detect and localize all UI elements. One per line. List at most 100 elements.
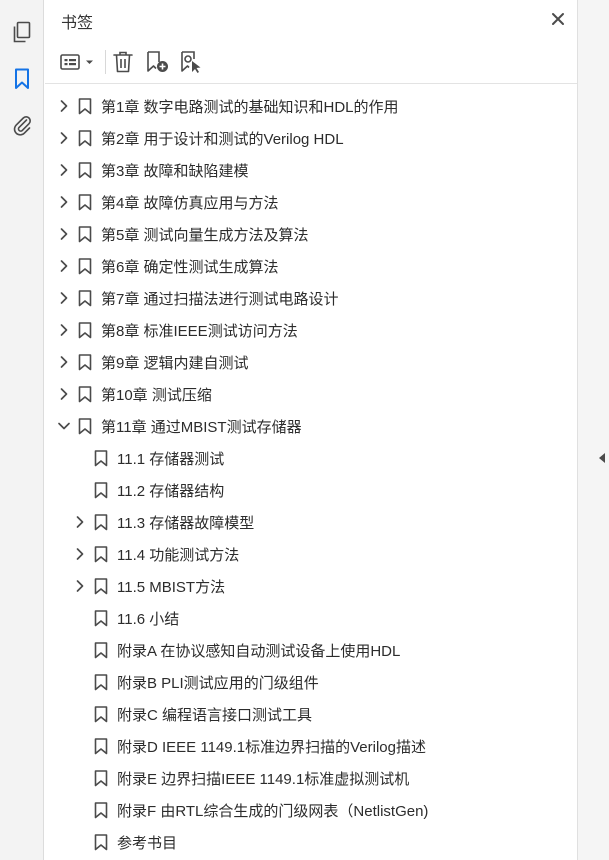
bookmark-item[interactable]: 第7章 通过扫描法进行测试电路设计 <box>45 282 577 314</box>
bookmark-label: 第11章 通过MBIST测试存储器 <box>101 419 302 436</box>
bookmark-icon <box>94 610 108 627</box>
bookmark-icon <box>78 290 92 307</box>
bookmark-item[interactable]: 第4章 故障仿真应用与方法 <box>45 186 577 218</box>
bookmarks-icon[interactable] <box>10 67 34 91</box>
bookmark-icon <box>78 386 92 403</box>
bookmark-label: 附录F 由RTL综合生成的门级网表（NetlistGen) <box>117 803 429 820</box>
bookmark-icon <box>94 642 108 659</box>
panel-title: 书签 <box>61 15 94 32</box>
chevron-right-icon[interactable] <box>57 99 71 113</box>
bookmarks-panel: 书签 第1章 数字电路测试的基础知识和HDL的作用 第2章 用于设计和测试的Ve… <box>45 0 577 860</box>
bookmark-label: 11.3 存储器故障模型 <box>117 515 255 532</box>
bookmark-label: 11.2 存储器结构 <box>117 483 225 500</box>
panel-header: 书签 <box>45 0 577 40</box>
bookmark-icon <box>78 322 92 339</box>
bookmark-label: 第4章 故障仿真应用与方法 <box>101 195 279 212</box>
expand-right-pane-icon[interactable] <box>598 451 606 463</box>
chevron-right-icon[interactable] <box>57 195 71 209</box>
chevron-right-icon[interactable] <box>57 355 71 369</box>
bookmark-locate-icon <box>181 51 201 73</box>
chevron-down-icon[interactable] <box>57 419 71 433</box>
bookmark-item[interactable]: 11.3 存储器故障模型 <box>45 506 577 538</box>
trash-icon <box>113 51 133 73</box>
bookmark-label: 参考书目 <box>117 835 178 852</box>
bookmark-label: 第5章 测试向量生成方法及算法 <box>101 227 309 244</box>
bookmark-icon <box>78 162 92 179</box>
bookmark-item[interactable]: 附录A 在协议感知自动测试设备上使用HDL <box>45 634 577 666</box>
bookmark-item[interactable]: 11.6 小结 <box>45 602 577 634</box>
bookmark-icon <box>94 706 108 723</box>
bookmark-label: 附录B PLI测试应用的门级组件 <box>117 675 319 692</box>
delete-bookmark-button[interactable] <box>111 50 135 74</box>
chevron-right-icon[interactable] <box>73 515 87 529</box>
bookmark-item[interactable]: 第9章 逻辑内建自测试 <box>45 346 577 378</box>
options-menu-button[interactable] <box>59 50 97 74</box>
left-nav-rail <box>0 0 44 860</box>
bookmark-label: 11.5 MBIST方法 <box>117 579 226 596</box>
bookmark-item[interactable]: 第5章 测试向量生成方法及算法 <box>45 218 577 250</box>
attachments-icon[interactable] <box>10 113 34 137</box>
bookmark-item[interactable]: 第3章 故障和缺陷建模 <box>45 154 577 186</box>
bookmark-icon <box>94 834 108 851</box>
new-bookmark-button[interactable] <box>145 50 171 74</box>
bookmark-item[interactable]: 附录F 由RTL综合生成的门级网表（NetlistGen) <box>45 794 577 826</box>
bookmark-label: 第3章 故障和缺陷建模 <box>101 163 249 180</box>
bookmark-item[interactable]: 附录C 编程语言接口测试工具 <box>45 698 577 730</box>
bookmark-item[interactable]: 参考书目 <box>45 826 577 858</box>
chevron-right-icon[interactable] <box>57 323 71 337</box>
toolbar-divider <box>105 50 106 74</box>
bookmark-label: 第8章 标准IEEE测试访问方法 <box>101 323 298 340</box>
bookmark-item[interactable]: 11.4 功能测试方法 <box>45 538 577 570</box>
bookmark-add-icon <box>147 51 168 72</box>
chevron-right-icon[interactable] <box>57 291 71 305</box>
bookmark-icon <box>94 578 108 595</box>
bookmark-item[interactable]: 第8章 标准IEEE测试访问方法 <box>45 314 577 346</box>
bookmark-item[interactable]: 第10章 测试压缩 <box>45 378 577 410</box>
bookmark-label: 第1章 数字电路测试的基础知识和HDL的作用 <box>101 99 399 116</box>
chevron-right-icon[interactable] <box>73 547 87 561</box>
chevron-right-icon[interactable] <box>57 163 71 177</box>
bookmark-icon <box>78 98 92 115</box>
bookmark-label: 第2章 用于设计和测试的Verilog HDL <box>101 131 344 148</box>
bookmark-label: 第9章 逻辑内建自测试 <box>101 355 249 372</box>
bookmark-icon <box>94 802 108 819</box>
bookmark-label: 第6章 确定性测试生成算法 <box>101 259 279 276</box>
pages-thumbnails-icon[interactable] <box>10 20 34 44</box>
chevron-right-icon[interactable] <box>57 387 71 401</box>
bookmark-icon <box>94 482 108 499</box>
bookmarks-toolbar <box>45 40 577 84</box>
bookmark-item[interactable]: 第6章 确定性测试生成算法 <box>45 250 577 282</box>
bookmark-label: 11.1 存储器测试 <box>117 451 225 468</box>
bookmark-icon <box>94 514 108 531</box>
find-current-bookmark-button[interactable] <box>179 50 205 74</box>
bookmark-label: 附录C 编程语言接口测试工具 <box>117 707 313 724</box>
chevron-right-icon[interactable] <box>57 259 71 273</box>
chevron-right-icon[interactable] <box>57 227 71 241</box>
bookmark-item[interactable]: 附录D IEEE 1149.1标准边界扫描的Verilog描述 <box>45 730 577 762</box>
bookmark-icon <box>78 194 92 211</box>
bookmark-icon <box>94 674 108 691</box>
bookmark-icon <box>94 546 108 563</box>
bookmark-icon <box>78 130 92 147</box>
bookmark-label: 附录E 边界扫描IEEE 1149.1标准虚拟测试机 <box>117 771 410 788</box>
close-icon[interactable] <box>547 8 569 30</box>
bookmark-item[interactable]: 第1章 数字电路测试的基础知识和HDL的作用 <box>45 90 577 122</box>
chevron-right-icon[interactable] <box>57 131 71 145</box>
bookmark-label: 11.4 功能测试方法 <box>117 547 240 564</box>
bookmark-icon <box>78 226 92 243</box>
bookmark-icon <box>94 738 108 755</box>
right-side-strip <box>577 0 609 860</box>
bookmark-item[interactable]: 附录E 边界扫描IEEE 1149.1标准虚拟测试机 <box>45 762 577 794</box>
bookmark-item[interactable]: 第2章 用于设计和测试的Verilog HDL <box>45 122 577 154</box>
bookmark-item[interactable]: 11.2 存储器结构 <box>45 474 577 506</box>
bookmark-label: 第10章 测试压缩 <box>101 387 212 404</box>
bookmark-icon <box>78 354 92 371</box>
bookmark-label: 附录D IEEE 1149.1标准边界扫描的Verilog描述 <box>117 739 426 756</box>
chevron-right-icon[interactable] <box>73 579 87 593</box>
bookmark-item[interactable]: 附录B PLI测试应用的门级组件 <box>45 666 577 698</box>
bookmark-item[interactable]: 11.1 存储器测试 <box>45 442 577 474</box>
bookmark-label: 附录A 在协议感知自动测试设备上使用HDL <box>117 643 401 660</box>
bookmark-item[interactable]: 第11章 通过MBIST测试存储器 <box>45 410 577 442</box>
bookmark-label: 第7章 通过扫描法进行测试电路设计 <box>101 291 339 308</box>
bookmark-item[interactable]: 11.5 MBIST方法 <box>45 570 577 602</box>
